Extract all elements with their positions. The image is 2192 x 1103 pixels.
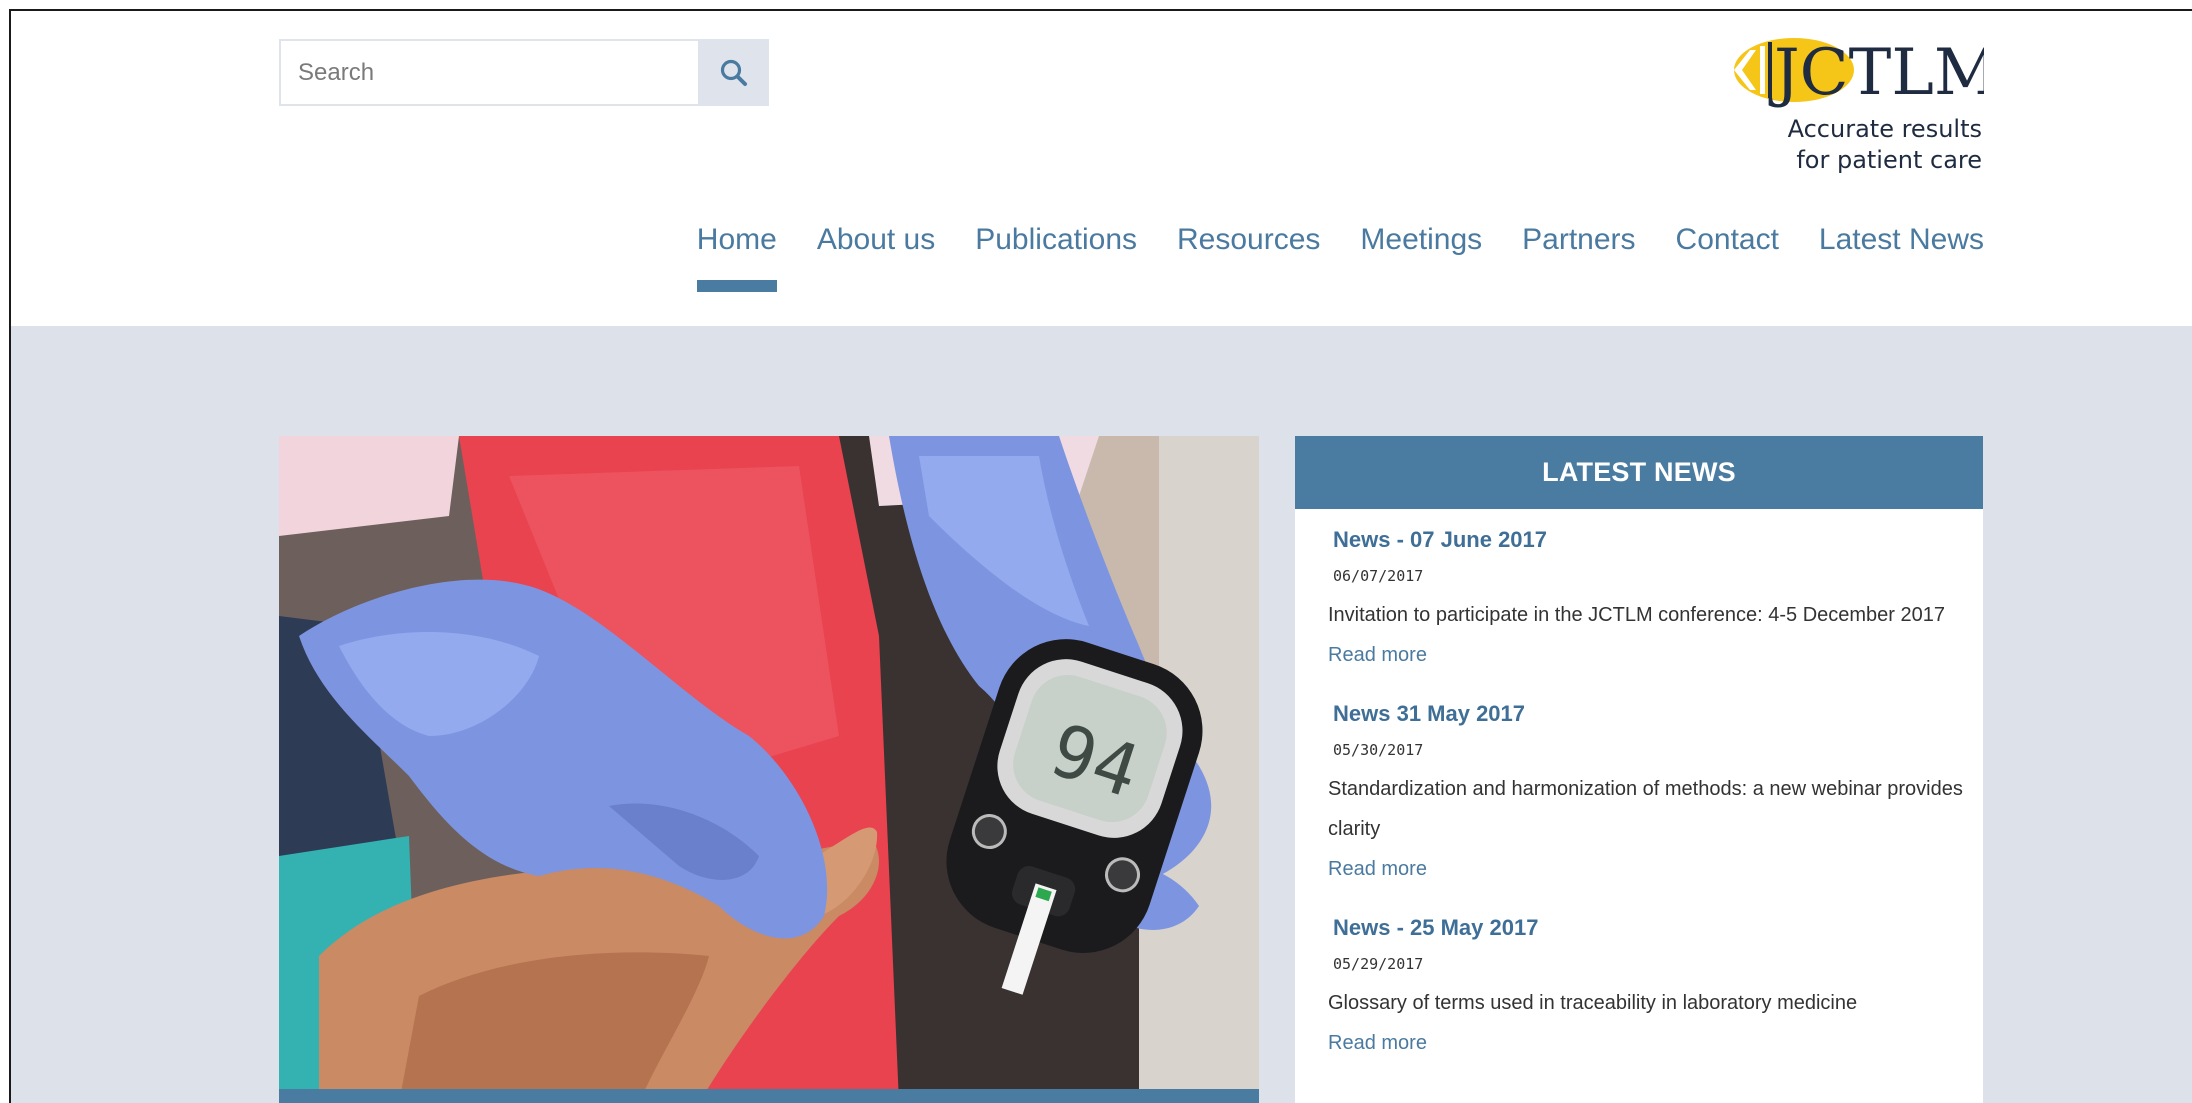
news-summary: Standardization and harmonization of met…	[1328, 778, 1963, 840]
search-button[interactable]	[698, 39, 769, 106]
nav-meetings[interactable]: Meetings	[1360, 220, 1482, 260]
news-title[interactable]: News - 07 June 2017	[1328, 523, 1963, 557]
news-date: 05/29/2017	[1333, 955, 1424, 973]
nav-publications[interactable]: Publications	[975, 220, 1137, 260]
logo-tagline: Accurate results for patient care	[1788, 114, 1982, 176]
nav-latest-news[interactable]: Latest News	[1819, 220, 1984, 260]
nav-partners[interactable]: Partners	[1522, 220, 1635, 260]
hero-caption-bar	[279, 1089, 1259, 1103]
main-nav: Home About us Publications Resources Mee…	[696, 220, 1984, 292]
news-title[interactable]: News 31 May 2017	[1328, 697, 1963, 731]
jctlm-logo-mark: JCTLM	[1734, 36, 1984, 108]
nav-home[interactable]: Home	[696, 220, 777, 292]
read-more-link[interactable]: Read more	[1328, 1023, 1963, 1063]
search-bar	[279, 39, 769, 106]
news-summary: Invitation to participate in the JCTLM c…	[1328, 604, 1945, 626]
read-more-link[interactable]: Read more	[1328, 849, 1963, 889]
nav-about-us[interactable]: About us	[817, 220, 935, 260]
search-icon	[720, 59, 747, 86]
read-more-link[interactable]: Read more	[1328, 635, 1963, 675]
latest-news-heading: LATEST NEWS	[1295, 436, 1983, 509]
logo-tagline-line2: for patient care	[1796, 146, 1982, 174]
nav-contact[interactable]: Contact	[1676, 220, 1779, 260]
news-item: News - 25 May 2017 05/29/2017 Glossary o…	[1295, 889, 1983, 1063]
site-logo[interactable]: JCTLM Accurate results for patient care	[1716, 36, 1984, 176]
news-title[interactable]: News - 25 May 2017	[1328, 911, 1963, 945]
news-item: News - 07 June 2017 06/07/2017 Invitatio…	[1295, 509, 1983, 675]
latest-news-panel: LATEST NEWS News - 07 June 2017 06/07/20…	[1295, 436, 1983, 1103]
nav-resources[interactable]: Resources	[1177, 220, 1320, 260]
news-date: 05/30/2017	[1333, 741, 1424, 759]
news-date: 06/07/2017	[1333, 567, 1424, 585]
news-item: News 31 May 2017 05/30/2017 Standardizat…	[1295, 675, 1983, 889]
hero-image: 94	[279, 436, 1259, 1103]
news-summary: Glossary of terms used in traceability i…	[1328, 992, 1858, 1014]
search-input[interactable]	[279, 39, 698, 106]
logo-wordmark: JCTLM	[1768, 36, 1984, 108]
logo-tagline-line1: Accurate results	[1787, 115, 1982, 143]
glucose-meter-illustration: 94	[279, 436, 1259, 1103]
